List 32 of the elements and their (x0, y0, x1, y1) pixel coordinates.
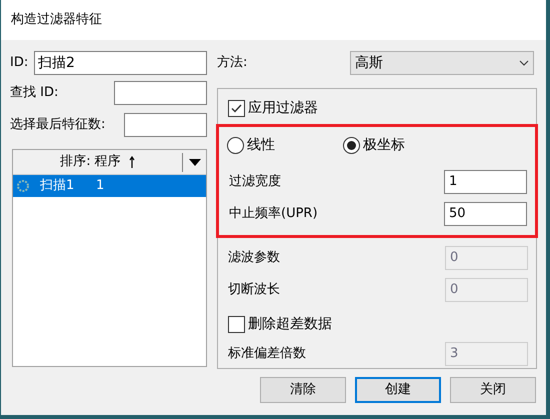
input-field[interactable]: 扫描2 (34, 51, 207, 75)
radio-button[interactable] (227, 136, 244, 154)
checkbox[interactable] (228, 100, 245, 116)
field-label: ID: (10, 54, 30, 72)
input-field[interactable]: 1 (444, 170, 527, 194)
field-label: 方法: (217, 54, 248, 72)
input-field[interactable] (114, 81, 207, 105)
input-field[interactable]: 50 (444, 202, 527, 226)
checkbox-label: 删除超差数据 (248, 314, 332, 334)
ring-icon (16, 179, 30, 193)
radio-label: 线性 (247, 136, 275, 154)
radio-button[interactable] (343, 136, 360, 154)
field-label: 查找 ID: (10, 84, 60, 102)
field-label: 中止频率(UPR) (229, 205, 318, 224)
list-item[interactable]: 扫描1 1 (13, 175, 206, 197)
dialog-button[interactable]: 创建 (355, 377, 441, 403)
field-label: 滤波参数 (228, 249, 280, 268)
method-dropdown[interactable]: 高斯 (350, 51, 534, 75)
field-label: 切断波长 (228, 281, 280, 300)
radio-label: 极坐标 (363, 136, 405, 154)
field-label: 过滤宽度 (229, 173, 281, 192)
field-label: 标准偏差倍数 (228, 345, 306, 364)
dialog-button[interactable]: 清除 (260, 377, 346, 403)
sort-arrow-icon (128, 156, 135, 168)
input-field[interactable] (124, 113, 207, 137)
checkbox[interactable] (228, 316, 245, 332)
field-label: 选择最后特征数: (10, 116, 106, 134)
chevron-down-icon (519, 60, 529, 66)
dialog-button[interactable]: 关闭 (450, 377, 536, 403)
window-title: 构造过滤器特征 (11, 11, 102, 30)
caret-icon (188, 158, 200, 166)
checkbox-label: 应用过滤器 (248, 98, 318, 118)
